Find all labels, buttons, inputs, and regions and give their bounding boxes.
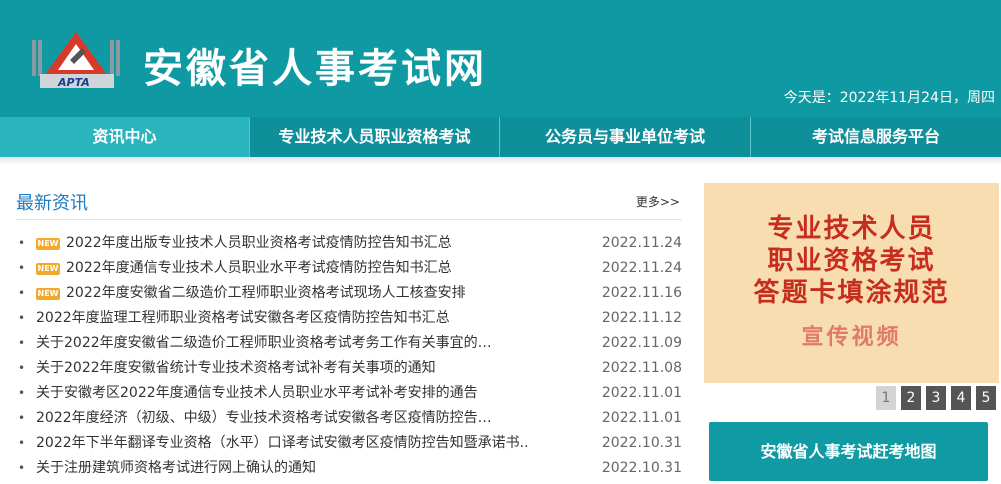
news-row: • 关于2022年度安徽省二级造价工程师职业资格考试考务工作有关事宜的… 2022.… bbox=[16, 331, 682, 356]
news-date: 2022.11.01 bbox=[601, 385, 682, 401]
news-title-text: 2022年度监理工程师职业资格考试安徽各考区疫情防控告知书汇总 bbox=[36, 310, 450, 326]
bullet-icon: • bbox=[18, 311, 26, 325]
news-row: • 关于2022年度安徽省统计专业技术资格考试补考有关事项的通知 2022.11.0… bbox=[16, 356, 682, 381]
news-date: 2022.11.16 bbox=[601, 285, 682, 301]
pager-3[interactable]: 3 bbox=[926, 386, 946, 410]
current-date: 今天是：2022年11月24日，周四 bbox=[783, 90, 995, 106]
news-title-text: 2022年度出版专业技术人员职业资格考试疫情防控告知书汇总 bbox=[66, 235, 452, 251]
news-row: • NEW 2022年度安徽省二级造价工程师职业资格考试现场人工核查安排 2022.1… bbox=[16, 281, 682, 306]
news-link[interactable]: 关于安徽考区2022年度通信专业技术人员职业水平考试补考安排的通告 bbox=[36, 381, 478, 406]
answer-card-video-banner[interactable]: 专业技术人员 职业资格考试 答题卡填涂规范 宣传视频 bbox=[704, 183, 999, 383]
news-title-text: 关于2022年度安徽省二级造价工程师职业资格考试考务工作有关事宜的… bbox=[36, 335, 492, 351]
news-link[interactable]: 关于2022年度安徽省统计专业技术资格考试补考有关事项的通知 bbox=[36, 356, 436, 381]
site-title: 安徽省人事考试网 bbox=[143, 46, 487, 92]
news-date: 2022.11.01 bbox=[601, 410, 682, 426]
news-title-text: 关于安徽考区2022年度通信专业技术人员职业水平考试补考安排的通告 bbox=[36, 385, 478, 401]
news-link[interactable]: 2022年下半年翻译专业资格（水平）口译考试安徽考区疫情防控告知暨承诺书.. bbox=[36, 431, 529, 456]
news-date: 2022.11.12 bbox=[601, 310, 682, 326]
bullet-icon: • bbox=[18, 411, 26, 425]
news-title-text: 2022年度安徽省二级造价工程师职业资格考试现场人工核查安排 bbox=[66, 285, 466, 301]
news-link[interactable]: NEW 2022年度出版专业技术人员职业资格考试疫情防控告知书汇总 bbox=[36, 231, 452, 256]
news-title: 最新资讯 bbox=[16, 193, 88, 214]
news-row: • NEW 2022年度出版专业技术人员职业资格考试疫情防控告知书汇总 2022.11… bbox=[16, 231, 682, 256]
logo-text: APTA bbox=[58, 76, 90, 89]
new-badge: NEW bbox=[36, 263, 60, 275]
news-date: 2022.11.24 bbox=[601, 260, 682, 276]
news-link[interactable]: 关于2022年度安徽省二级造价工程师职业资格考试考务工作有关事宜的… bbox=[36, 331, 492, 356]
banner-line-2: 职业资格考试 bbox=[767, 246, 936, 276]
bullet-icon: • bbox=[18, 461, 26, 475]
news-row: • 关于安徽考区2022年度通信专业技术人员职业水平考试补考安排的通告 2022.1… bbox=[16, 381, 682, 406]
banner-pager: 1 2 3 4 5 bbox=[876, 386, 1001, 410]
banner-subtitle: 宣传视频 bbox=[801, 325, 902, 350]
bullet-icon: • bbox=[18, 236, 26, 250]
new-badge: NEW bbox=[36, 238, 60, 250]
bullet-icon: • bbox=[18, 436, 26, 450]
more-link[interactable]: 更多>> bbox=[636, 193, 680, 210]
pager-1[interactable]: 1 bbox=[876, 386, 896, 410]
news-row: • 2022年下半年翻译专业资格（水平）口译考试安徽考区疫情防控告知暨承诺书.. 2… bbox=[16, 431, 682, 456]
main-nav: 资讯中心 专业技术人员职业资格考试 公务员与事业单位考试 考试信息服务平台 bbox=[0, 117, 1001, 157]
news-link[interactable]: 2022年度经济（初级、中级）专业技术资格考试安徽各考区疫情防控告… bbox=[36, 406, 492, 431]
apta-logo[interactable]: APTA bbox=[30, 30, 128, 90]
news-row: • 2022年度监理工程师职业资格考试安徽各考区疫情防控告知书汇总 2022.11.… bbox=[16, 306, 682, 331]
pager-5[interactable]: 5 bbox=[976, 386, 996, 410]
news-date: 2022.11.08 bbox=[601, 360, 682, 376]
pager-4[interactable]: 4 bbox=[951, 386, 971, 410]
site-header: APTA 安徽省人事考试网 今天是：2022年11月24日，周四 bbox=[0, 0, 1001, 117]
news-title-text: 2022年度经济（初级、中级）专业技术资格考试安徽各考区疫情防控告… bbox=[36, 410, 492, 426]
news-date: 2022.10.31 bbox=[601, 435, 682, 451]
banner-line-3: 答题卡填涂规范 bbox=[753, 278, 950, 308]
news-date: 2022.11.09 bbox=[601, 335, 682, 351]
news-title-text: 关于2022年度安徽省统计专业技术资格考试补考有关事项的通知 bbox=[36, 360, 436, 376]
bullet-icon: • bbox=[18, 386, 26, 400]
bullet-icon: • bbox=[18, 336, 26, 350]
nav-item-civil-service-exams[interactable]: 公务员与事业单位考试 bbox=[500, 117, 751, 157]
bullet-icon: • bbox=[18, 286, 26, 300]
nav-item-exam-service-platform[interactable]: 考试信息服务平台 bbox=[751, 117, 1001, 157]
news-list: • NEW 2022年度出版专业技术人员职业资格考试疫情防控告知书汇总 2022.11… bbox=[16, 231, 682, 481]
news-link[interactable]: 2022年度监理工程师职业资格考试安徽各考区疫情防控告知书汇总 bbox=[36, 306, 450, 331]
banner-line-1: 专业技术人员 bbox=[767, 214, 936, 244]
news-row: • 关于注册建筑师资格考试进行网上确认的通知 2022.10.31 bbox=[16, 456, 682, 481]
news-link[interactable]: NEW 2022年度通信专业技术人员职业水平考试疫情防控告知书汇总 bbox=[36, 256, 452, 281]
news-row: • NEW 2022年度通信专业技术人员职业水平考试疫情防控告知书汇总 2022.11… bbox=[16, 256, 682, 281]
nav-shadow bbox=[0, 157, 1001, 165]
latest-news-section: 最新资讯 更多>> • NEW 2022年度出版专业技术人员职业资格考试疫情防控告知… bbox=[16, 185, 682, 476]
nav-item-news-center[interactable]: 资讯中心 bbox=[0, 117, 250, 157]
bullet-icon: • bbox=[18, 261, 26, 275]
news-row: • 2022年度经济（初级、中级）专业技术资格考试安徽各考区疫情防控告… 2022.… bbox=[16, 406, 682, 431]
new-badge: NEW bbox=[36, 288, 60, 300]
news-title-text: 2022年度通信专业技术人员职业水平考试疫情防控告知书汇总 bbox=[66, 260, 452, 276]
news-link[interactable]: 关于注册建筑师资格考试进行网上确认的通知 bbox=[36, 456, 316, 481]
news-title-text: 关于注册建筑师资格考试进行网上确认的通知 bbox=[36, 460, 316, 476]
exam-map-button[interactable]: 安徽省人事考试赶考地图 bbox=[709, 422, 988, 481]
news-link[interactable]: NEW 2022年度安徽省二级造价工程师职业资格考试现场人工核查安排 bbox=[36, 281, 466, 306]
nav-item-professional-exams[interactable]: 专业技术人员职业资格考试 bbox=[250, 117, 500, 157]
news-title-text: 2022年下半年翻译专业资格（水平）口译考试安徽考区疫情防控告知暨承诺书.. bbox=[36, 435, 529, 451]
bullet-icon: • bbox=[18, 361, 26, 375]
pager-2[interactable]: 2 bbox=[901, 386, 921, 410]
news-header: 最新资讯 更多>> bbox=[16, 185, 682, 220]
news-date: 2022.11.24 bbox=[601, 235, 682, 251]
news-date: 2022.10.31 bbox=[601, 460, 682, 476]
